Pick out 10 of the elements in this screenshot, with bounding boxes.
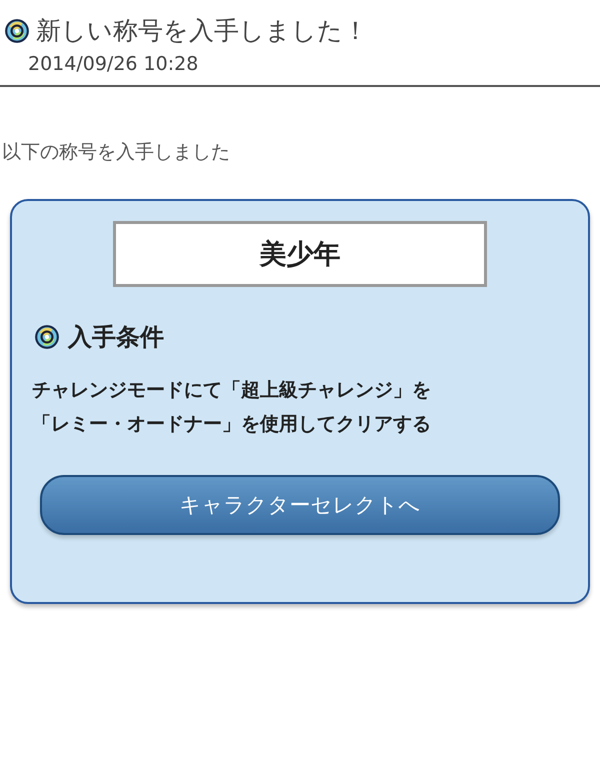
condition-text: チャレンジモードにて「超上級チャレンジ」を <box>32 378 431 403</box>
condition-heading: 入手条件 <box>68 322 164 353</box>
timestamp: 2014/09/26 10:28 <box>28 53 200 75</box>
notification-title: 新しい称号を入手しました！ <box>36 15 368 47</box>
character-select-button[interactable]: キャラクターセレクトへ <box>40 475 560 535</box>
intro-text: 以下の称号を入手しました <box>2 140 231 165</box>
title-name-box: 美少年 <box>113 221 487 287</box>
medal-icon <box>4 18 30 44</box>
condition-text: 「レミー・オードナー」を使用してクリアする <box>32 412 431 437</box>
medal-icon <box>34 324 60 350</box>
